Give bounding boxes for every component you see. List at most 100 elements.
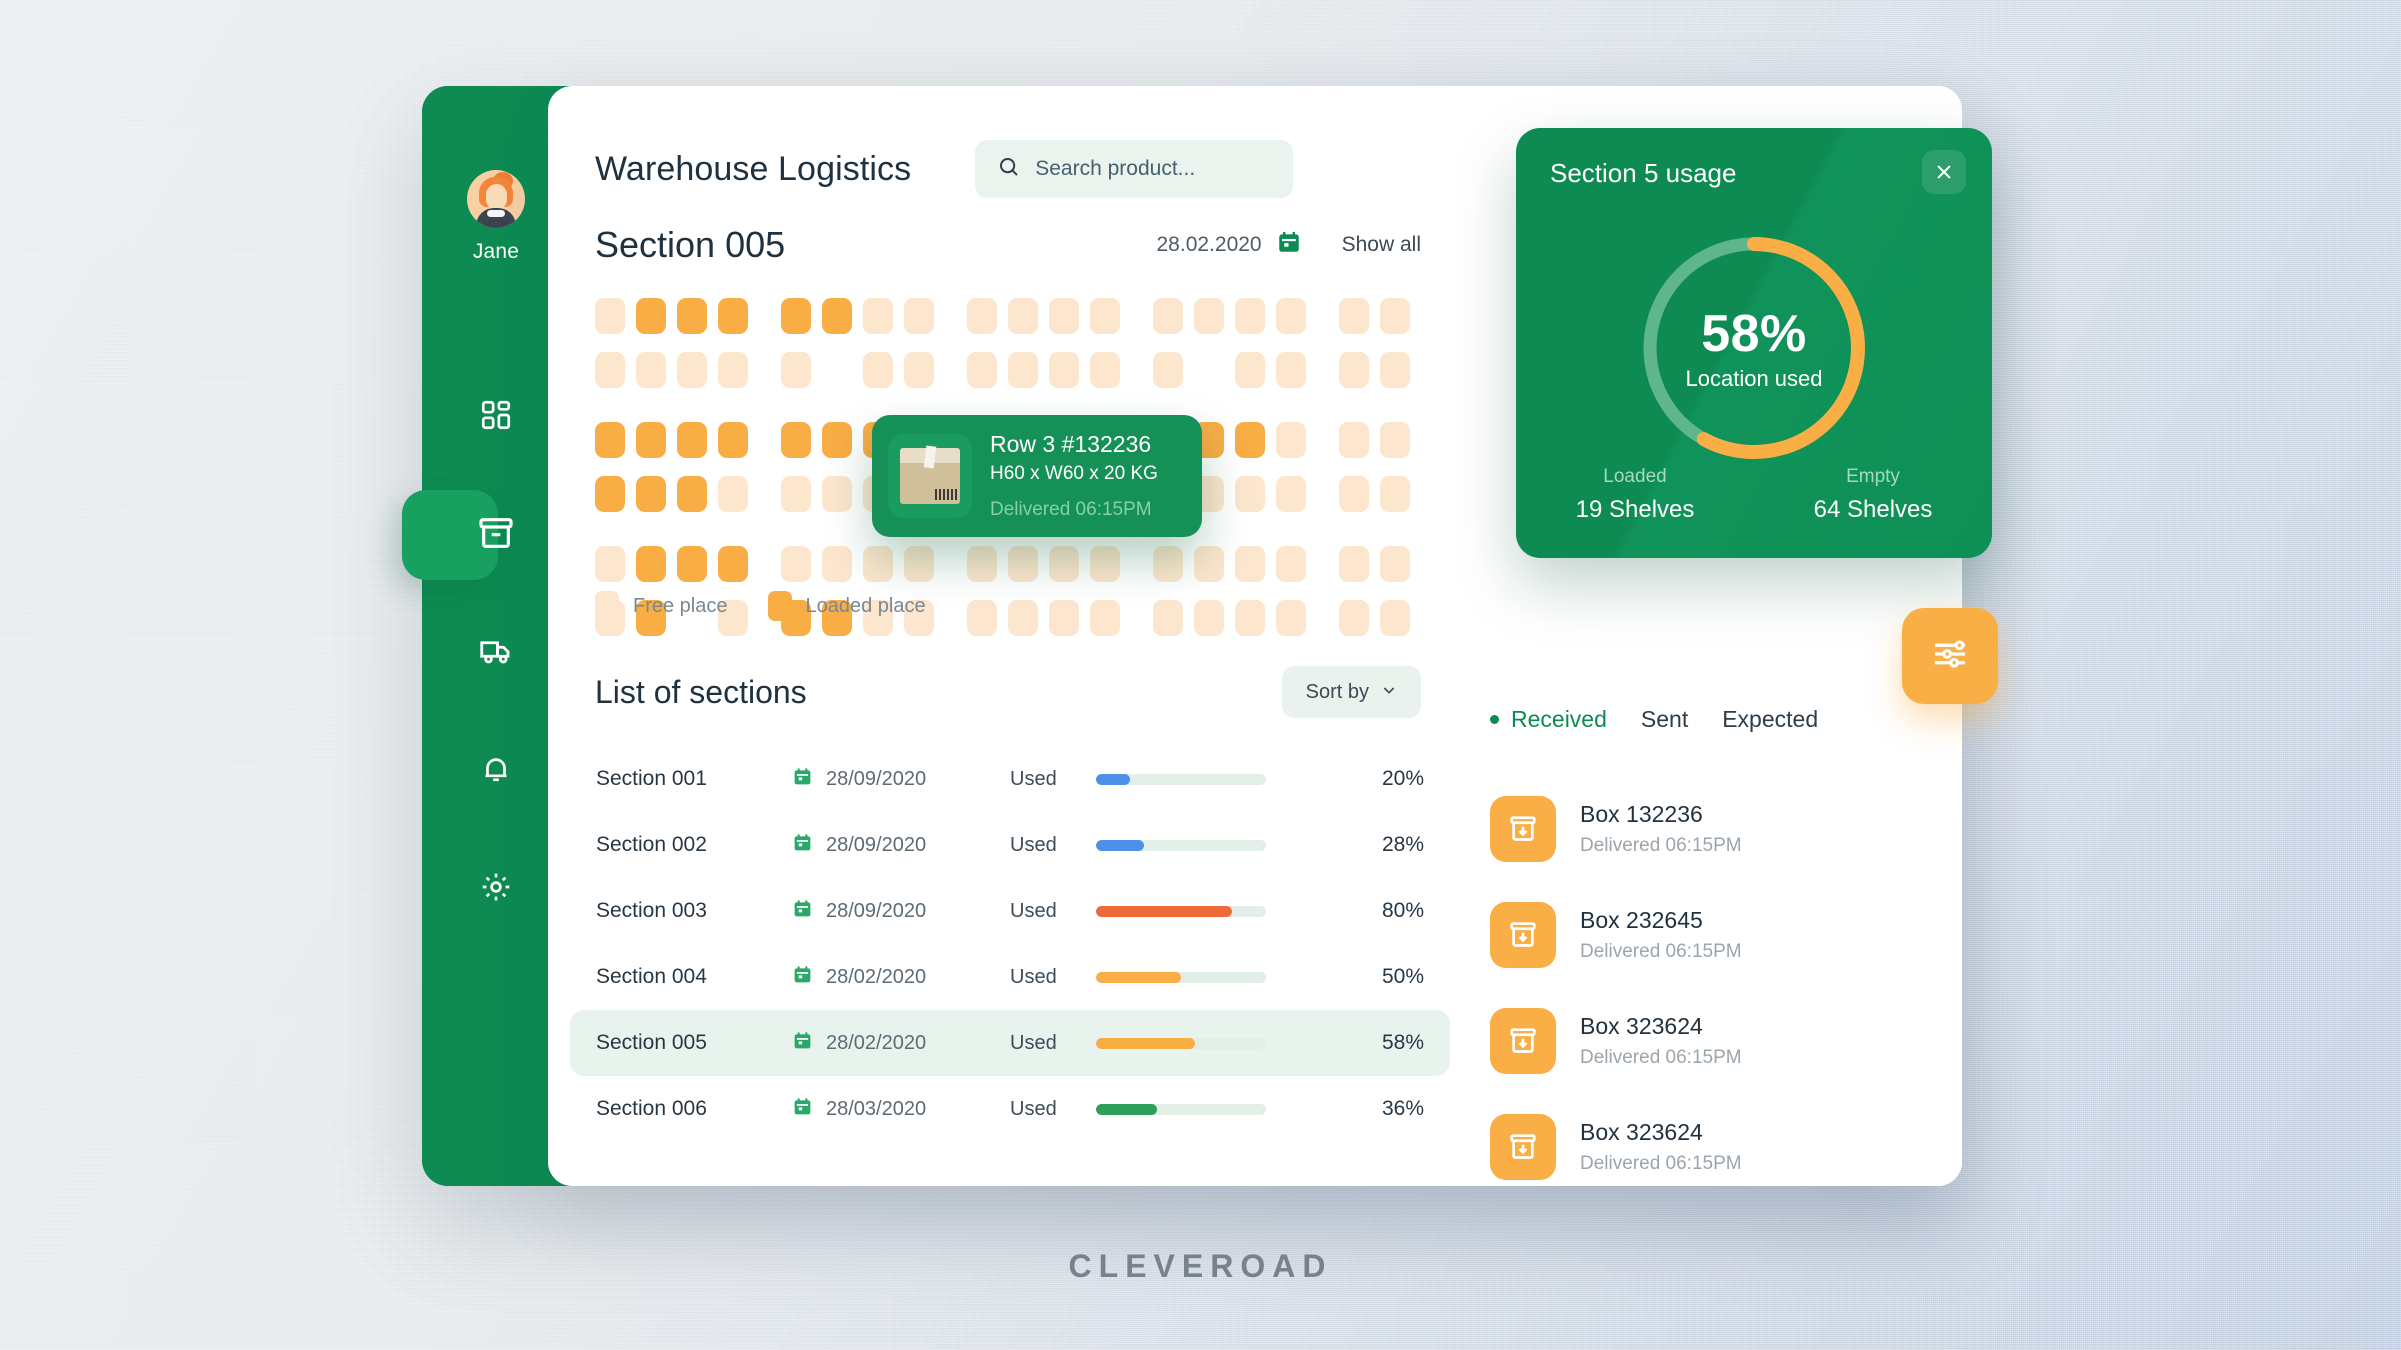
shelf-cell-free[interactable] [1339,546,1369,582]
shelf-cell-free[interactable] [1090,298,1120,334]
table-row[interactable]: Section 001 28/09/2020 Used 20% [570,746,1450,812]
shelf-cell-free[interactable] [1339,600,1369,636]
shelf-cell-free[interactable] [595,546,625,582]
shelf-cell-free[interactable] [1235,546,1265,582]
shelf-cell-free[interactable] [1380,352,1410,388]
shelf-cell-loaded[interactable] [677,476,707,512]
shelf-cell-free[interactable] [1153,546,1183,582]
shelf-cell-free[interactable] [1008,546,1038,582]
shelf-cell-free[interactable] [967,298,997,334]
shelf-cell-free[interactable] [1380,476,1410,512]
list-item[interactable]: Box 323624 Delivered 06:15PM [1490,988,1920,1094]
shelf-cell-free[interactable] [781,352,811,388]
list-item[interactable]: Box 132236 Delivered 06:15PM [1490,776,1920,882]
shelf-cell-free[interactable] [1090,600,1120,636]
shelf-cell-free[interactable] [904,352,934,388]
shelf-cell-free[interactable] [1049,352,1079,388]
shelf-cell-loaded[interactable] [677,422,707,458]
shelf-cell-free[interactable] [1153,298,1183,334]
shelf-cell-free[interactable] [1090,546,1120,582]
shelf-cell-free[interactable] [904,298,934,334]
shelf-cell-free[interactable] [1339,422,1369,458]
shelf-cell-loaded[interactable] [781,422,811,458]
shelf-cell-loaded[interactable] [636,298,666,334]
shelf-cell-free[interactable] [1276,476,1306,512]
shelf-cell-free[interactable] [1339,352,1369,388]
shelf-cell-free[interactable] [1276,352,1306,388]
shelf-cell-free[interactable] [595,352,625,388]
shelf-cell-free[interactable] [967,352,997,388]
shelf-cell-free[interactable] [1276,600,1306,636]
shelf-cell-free[interactable] [1049,546,1079,582]
shelf-cell-free[interactable] [1276,422,1306,458]
shelf-cell-free[interactable] [1380,422,1410,458]
table-row[interactable]: Section 003 28/09/2020 Used 80% [570,878,1450,944]
shelf-cell-loaded[interactable] [781,298,811,334]
shelf-cell-free[interactable] [1235,352,1265,388]
shelf-cell-loaded[interactable] [1235,422,1265,458]
shelf-cell-loaded[interactable] [677,298,707,334]
shelf-cell-free[interactable] [904,546,934,582]
table-row[interactable]: Section 006 28/03/2020 Used 36% [570,1076,1450,1142]
shelf-cell-free[interactable] [1008,352,1038,388]
table-row[interactable]: Section 004 28/02/2020 Used 50% [570,944,1450,1010]
sort-by-button[interactable]: Sort by [1281,666,1421,718]
shelf-cell-free[interactable] [967,546,997,582]
shelf-cell-free[interactable] [595,298,625,334]
shelf-cell-free[interactable] [1276,298,1306,334]
search-input[interactable]: Search product... [975,140,1294,198]
show-all-button[interactable]: Show all [1342,233,1421,257]
shelf-cell-loaded[interactable] [636,546,666,582]
shelf-cell-free[interactable] [1194,298,1224,334]
shelf-cell-free[interactable] [781,476,811,512]
tab-received[interactable]: Received [1490,706,1607,733]
shelf-cell-loaded[interactable] [822,422,852,458]
shelf-cell-free[interactable] [863,298,893,334]
shelf-cell-free[interactable] [1380,600,1410,636]
list-item[interactable]: Box 323624 Delivered 06:15PM [1490,1094,1920,1186]
shelf-cell-free[interactable] [1339,298,1369,334]
table-row[interactable]: Section 005 28/02/2020 Used 58% [570,1010,1450,1076]
shelf-cell-loaded[interactable] [636,422,666,458]
shelf-cell-loaded[interactable] [595,422,625,458]
shelf-cell-free[interactable] [1380,298,1410,334]
shelf-cell-loaded[interactable] [677,546,707,582]
shelf-cell-loaded[interactable] [636,476,666,512]
tab-sent[interactable]: Sent [1641,706,1688,733]
shelf-cell-free[interactable] [1339,476,1369,512]
shelf-cell-free[interactable] [1008,600,1038,636]
shelf-cell-loaded[interactable] [718,422,748,458]
shelf-cell-free[interactable] [822,476,852,512]
shelf-cell-free[interactable] [1008,298,1038,334]
shelf-cell-free[interactable] [967,600,997,636]
shelf-cell-free[interactable] [1235,600,1265,636]
shelf-cell-loaded[interactable] [822,298,852,334]
shelf-cell-free[interactable] [1049,298,1079,334]
shelf-cell-free[interactable] [636,352,666,388]
shelf-cell-free[interactable] [1380,546,1410,582]
shelf-cell-free[interactable] [1153,352,1183,388]
shelf-cell-free[interactable] [822,546,852,582]
shelf-cell-free[interactable] [1090,352,1120,388]
shelf-cell-free[interactable] [863,352,893,388]
shelf-cell-free[interactable] [781,546,811,582]
shelf-cell-free[interactable] [1276,546,1306,582]
shelf-cell-loaded[interactable] [595,476,625,512]
tab-expected[interactable]: Expected [1722,706,1818,733]
shelf-cell-free[interactable] [718,352,748,388]
list-item[interactable]: Box 232645 Delivered 06:15PM [1490,882,1920,988]
filter-button[interactable] [1902,608,1998,704]
close-icon[interactable] [1922,150,1966,194]
shelf-cell-free[interactable] [1235,298,1265,334]
shelf-cell-free[interactable] [1235,476,1265,512]
shelf-cell-free[interactable] [718,476,748,512]
date-picker[interactable]: 28.02.2020 [1157,229,1302,261]
shelf-cell-loaded[interactable] [718,546,748,582]
shelf-cell-free[interactable] [1194,546,1224,582]
shelf-cell-free[interactable] [677,352,707,388]
shelf-cell-free[interactable] [1194,600,1224,636]
shelf-cell-free[interactable] [1049,600,1079,636]
shelf-cell-free[interactable] [1153,600,1183,636]
shelf-cell-loaded[interactable] [718,298,748,334]
table-row[interactable]: Section 002 28/09/2020 Used 28% [570,812,1450,878]
